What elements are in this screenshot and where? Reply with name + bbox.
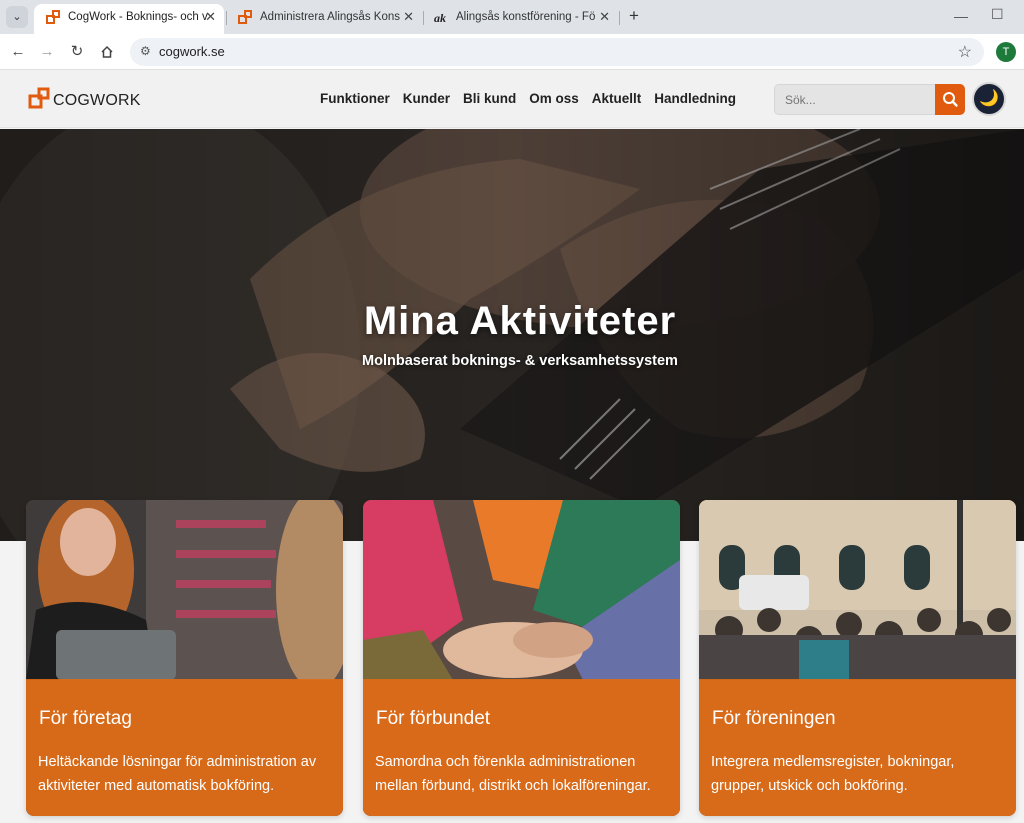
card-text: Heltäckande lösningar för administration… [38, 754, 317, 794]
moon-icon: 🌙 [979, 90, 999, 107]
logo-text: COGWORK [53, 92, 141, 109]
hero-subtitle: Molnbaserat boknings- & verksamhetssyste… [362, 353, 678, 369]
card-title: För förbundet [376, 708, 491, 729]
tab-separator [619, 11, 620, 25]
close-icon[interactable]: ✕ [403, 4, 414, 30]
address-bar[interactable]: ⚙ cogwork.se ☆ [130, 38, 984, 66]
ak-icon: ak [434, 11, 446, 24]
cogwork-logo-icon [28, 87, 50, 109]
tab-alingsas[interactable]: ak Alingsås konstförening - För kons ✕ [422, 4, 618, 34]
card-foretag[interactable]: För företag Heltäckande lösningar för ad… [26, 500, 343, 816]
browser-tab-bar: ⌄ CogWork - Boknings- och verks ✕ Admini… [0, 0, 1024, 34]
card-foreningen[interactable]: För föreningen Integrera medlemsregister… [699, 500, 1016, 816]
site-header: COGWORK Funktioner Kunder Bli kund Om os… [0, 70, 1024, 128]
search-input[interactable] [774, 84, 936, 115]
nav-handledning[interactable]: Handledning [654, 91, 736, 106]
new-tab-icon[interactable]: + [624, 6, 644, 26]
site-info-icon[interactable]: ⚙ [140, 44, 151, 58]
forward-icon[interactable]: → [37, 42, 57, 62]
profile-avatar[interactable]: T [996, 42, 1016, 62]
card-forbundet[interactable]: För förbundet Samordna och förenkla admi… [363, 500, 680, 816]
hero-title: Mina Aktiviteter [363, 299, 677, 343]
bookmark-star-icon[interactable]: ☆ [958, 42, 972, 62]
hero-banner: Mina Aktiviteter Molnbaserat boknings- &… [0, 129, 1024, 541]
nav-kunder[interactable]: Kunder [403, 91, 450, 106]
minimize-icon[interactable]: — [954, 8, 968, 24]
close-icon[interactable]: ✕ [205, 4, 216, 30]
home-icon[interactable] [97, 42, 117, 62]
tab-title: CogWork - Boknings- och verks [68, 11, 208, 23]
nav-bli-kund[interactable]: Bli kund [463, 91, 516, 106]
search-button[interactable] [935, 84, 965, 115]
back-icon[interactable]: ← [8, 42, 28, 62]
nav-om-oss[interactable]: Om oss [529, 91, 579, 106]
nav-aktuellt[interactable]: Aktuellt [592, 91, 642, 106]
card-title: För föreningen [712, 708, 836, 729]
cogwork-icon [46, 10, 60, 24]
browser-toolbar: ← → ↻ ⚙ cogwork.se ☆ T [0, 34, 1024, 70]
cogwork-icon [238, 10, 252, 24]
card-text: Integrera medlemsregister, bokningar, gr… [711, 754, 955, 794]
main-navigation: Funktioner Kunder Bli kund Om oss Aktuel… [320, 91, 749, 106]
search-icon [943, 92, 958, 107]
card-text: Samordna och förenkla administrationen m… [375, 754, 651, 794]
dark-mode-toggle[interactable]: 🌙 [972, 82, 1006, 116]
maximize-icon[interactable]: ☐ [991, 6, 1004, 23]
nav-funktioner[interactable]: Funktioner [320, 91, 390, 106]
svg-text:ak: ak [434, 11, 446, 24]
tab-search-menu-button[interactable]: ⌄ [6, 6, 28, 28]
card-title: För företag [39, 708, 132, 729]
reload-icon[interactable]: ↻ [67, 42, 87, 62]
tab-title: Alingsås konstförening - För kons [456, 11, 596, 23]
tab-cogwork[interactable]: CogWork - Boknings- och verks ✕ [34, 4, 224, 34]
tab-administrera[interactable]: Administrera Alingsås Konstföre ✕ [226, 4, 422, 34]
tab-title: Administrera Alingsås Konstföre [260, 11, 400, 23]
url-text: cogwork.se [159, 44, 225, 59]
close-icon[interactable]: ✕ [599, 4, 610, 30]
